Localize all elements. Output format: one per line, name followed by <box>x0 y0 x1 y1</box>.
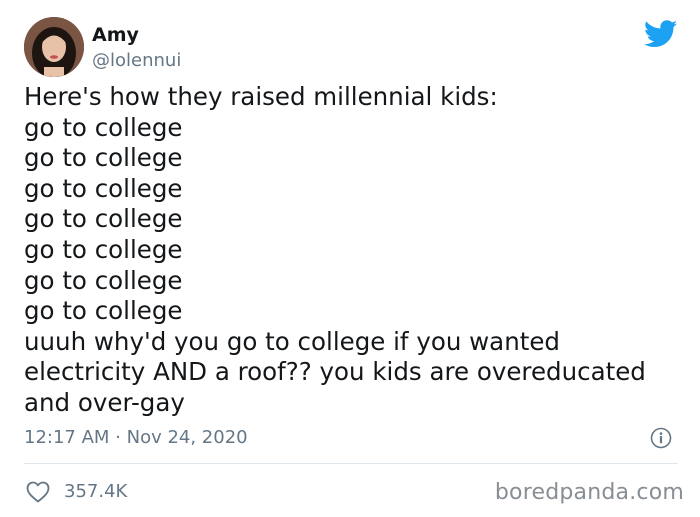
user-avatar[interactable] <box>24 17 84 77</box>
tweet-text: Here's how they raised millennial kids: … <box>24 82 684 419</box>
tweet-line: go to college <box>24 112 183 142</box>
tweet-card: Amy @lolennui Here's how they raised mil… <box>0 0 700 517</box>
divider <box>24 463 678 464</box>
like-count: 357.4K <box>64 481 128 502</box>
author-handle[interactable]: @lolennui <box>92 50 181 72</box>
tweet-line: uuuh why'd you go to college if you want… <box>24 326 560 356</box>
tweet-line: go to college <box>24 234 183 264</box>
tweet-timestamp[interactable]: 12:17 AM · Nov 24, 2020 <box>24 427 248 449</box>
tweet-line: go to college <box>24 143 183 173</box>
tweet-line: Here's how they raised millennial kids: <box>24 82 498 111</box>
twitter-bird-icon[interactable] <box>643 20 678 48</box>
info-icon[interactable] <box>650 427 672 449</box>
tweet-line: go to college <box>24 296 183 326</box>
tweet-line: electricity AND a roof?? you kids are ov… <box>24 357 646 387</box>
heart-icon[interactable] <box>26 481 50 503</box>
tweet-line: go to college <box>24 173 183 203</box>
tweet-line: and over-gay <box>24 387 185 417</box>
watermark: boredpanda.com <box>494 480 684 505</box>
author-display-name[interactable]: Amy <box>92 23 139 47</box>
tweet-line: go to college <box>24 265 183 295</box>
tweet-line: go to college <box>24 204 183 234</box>
